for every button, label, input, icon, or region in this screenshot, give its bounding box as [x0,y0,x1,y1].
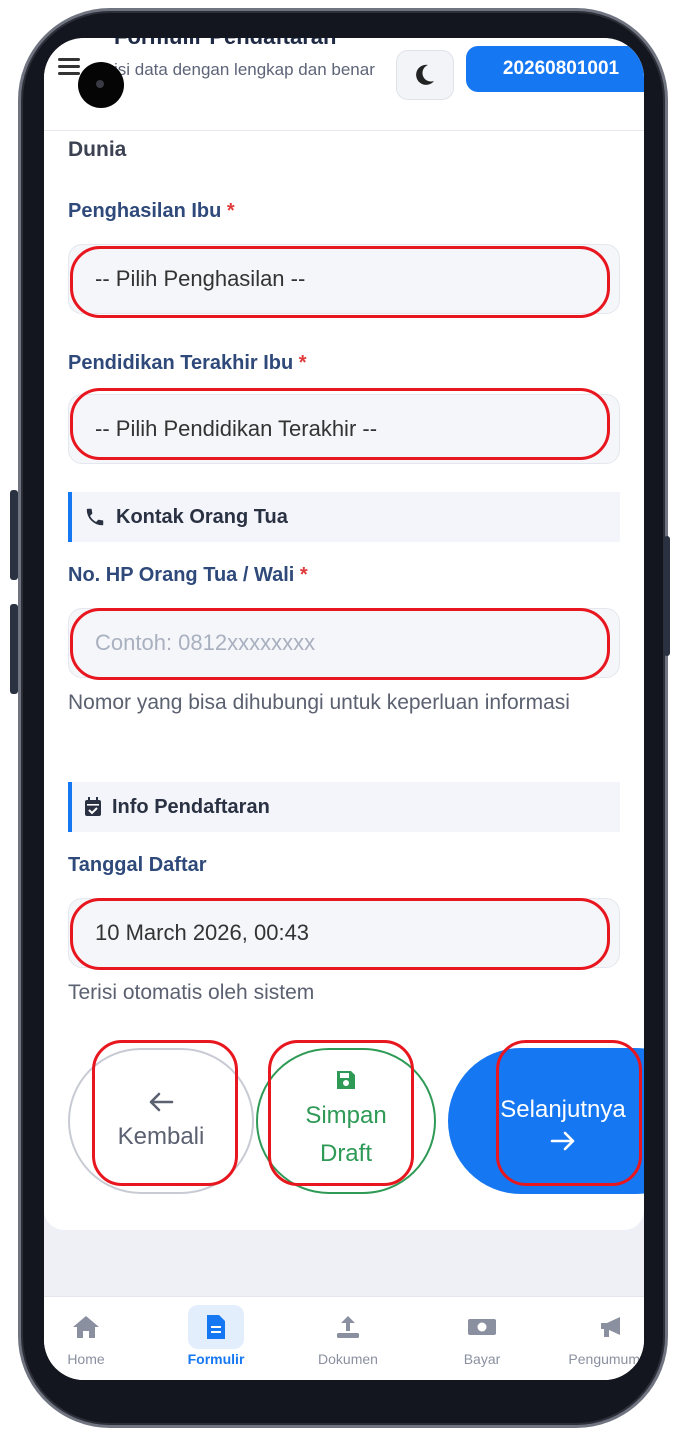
mother-education-select[interactable]: -- Pilih Pendidikan Terakhir -- [68,394,620,464]
moon-icon [416,64,434,85]
parent-phone-input[interactable]: Contoh: 0812xxxxxxxx [68,608,620,678]
phone-volume-up [10,490,18,580]
form-card: Dunia Penghasilan Ibu * -- Pilih Penghas… [44,130,644,1230]
arrow-right-icon [550,1131,575,1151]
parent-phone-label-text: No. HP Orang Tua / Wali [68,564,295,586]
app-header: Formulir Pendaftaran isi data dengan len… [44,38,644,131]
app-screen: Formulir Pendaftaran isi data dengan len… [44,38,644,1380]
nav-item-formulir[interactable]: Formulir [166,1305,266,1367]
parent-contact-section-title: Kontak Orang Tua [116,505,288,528]
next-button-label: Selanjutnya [500,1096,626,1123]
nav-item-home[interactable]: Home [44,1305,136,1367]
floppy-disk-icon [337,1071,355,1089]
nav-item-pengumuman[interactable]: Pengumuman [562,1305,644,1367]
parent-phone-hint: Nomor yang bisa dihubungi untuk keperlua… [68,691,570,714]
registration-date-field: 10 March 2026, 00:43 [68,898,620,968]
save-draft-button[interactable]: Simpan Draft [256,1048,436,1194]
required-mark: * [226,200,235,222]
bottom-navigation: Home Formulir Dokumen Bayar Pengumuman [44,1296,644,1380]
back-button[interactable]: Kembali [68,1048,254,1194]
parent-phone-label: No. HP Orang Tua / Wali * [68,564,308,587]
mother-education-label: Pendidikan Terakhir Ibu * [68,352,307,375]
phone-volume-down [10,604,18,694]
mother-income-label-text: Penghasilan Ibu [68,200,222,222]
save-draft-label-line2: Draft [319,1140,372,1167]
nav-item-label: Home [67,1351,105,1367]
required-mark: * [298,352,307,374]
page-subtitle: isi data dengan lengkap dan benar [114,60,375,79]
save-draft-label-line1: Simpan [305,1102,387,1129]
registration-date-hint: Terisi otomatis oleh sistem [68,981,315,1004]
nav-item-bayar[interactable]: Bayar [432,1305,532,1367]
page-title: Formulir Pendaftaran [114,38,336,50]
back-button-label: Kembali [117,1123,205,1150]
nav-item-dokumen[interactable]: Dokumen [298,1305,398,1367]
phone-icon [84,506,106,528]
registration-date-label: Tanggal Daftar [68,854,207,876]
nav-item-label: Dokumen [318,1351,378,1367]
home-icon [58,1305,114,1349]
registration-info-section-header: Info Pendaftaran [68,782,620,832]
megaphone-icon [584,1305,640,1349]
nav-item-label: Bayar [463,1351,501,1367]
nav-item-label: Formulir [187,1351,245,1367]
dark-mode-toggle[interactable] [396,50,454,100]
parent-contact-section-header: Kontak Orang Tua [68,492,620,542]
calendar-check-icon [84,797,102,817]
registration-info-section-title: Info Pendaftaran [112,795,270,818]
hamburger-menu-icon[interactable] [58,58,80,75]
registration-id-badge: 20260801001 [466,46,644,92]
document-icon [188,1305,244,1349]
next-button[interactable]: Selanjutnya [448,1048,644,1194]
previous-field-text: Dunia [68,138,127,161]
upload-icon [320,1305,376,1349]
mother-income-label: Penghasilan Ibu * [68,200,235,223]
phone-power-button [664,536,670,656]
nav-item-label: Pengumuman [568,1351,644,1367]
mother-education-label-text: Pendidikan Terakhir Ibu [68,352,294,374]
mother-income-select[interactable]: -- Pilih Penghasilan -- [68,244,620,314]
front-camera [78,62,124,108]
money-icon [454,1305,510,1349]
required-mark: * [299,564,308,586]
arrow-left-icon [149,1092,174,1112]
